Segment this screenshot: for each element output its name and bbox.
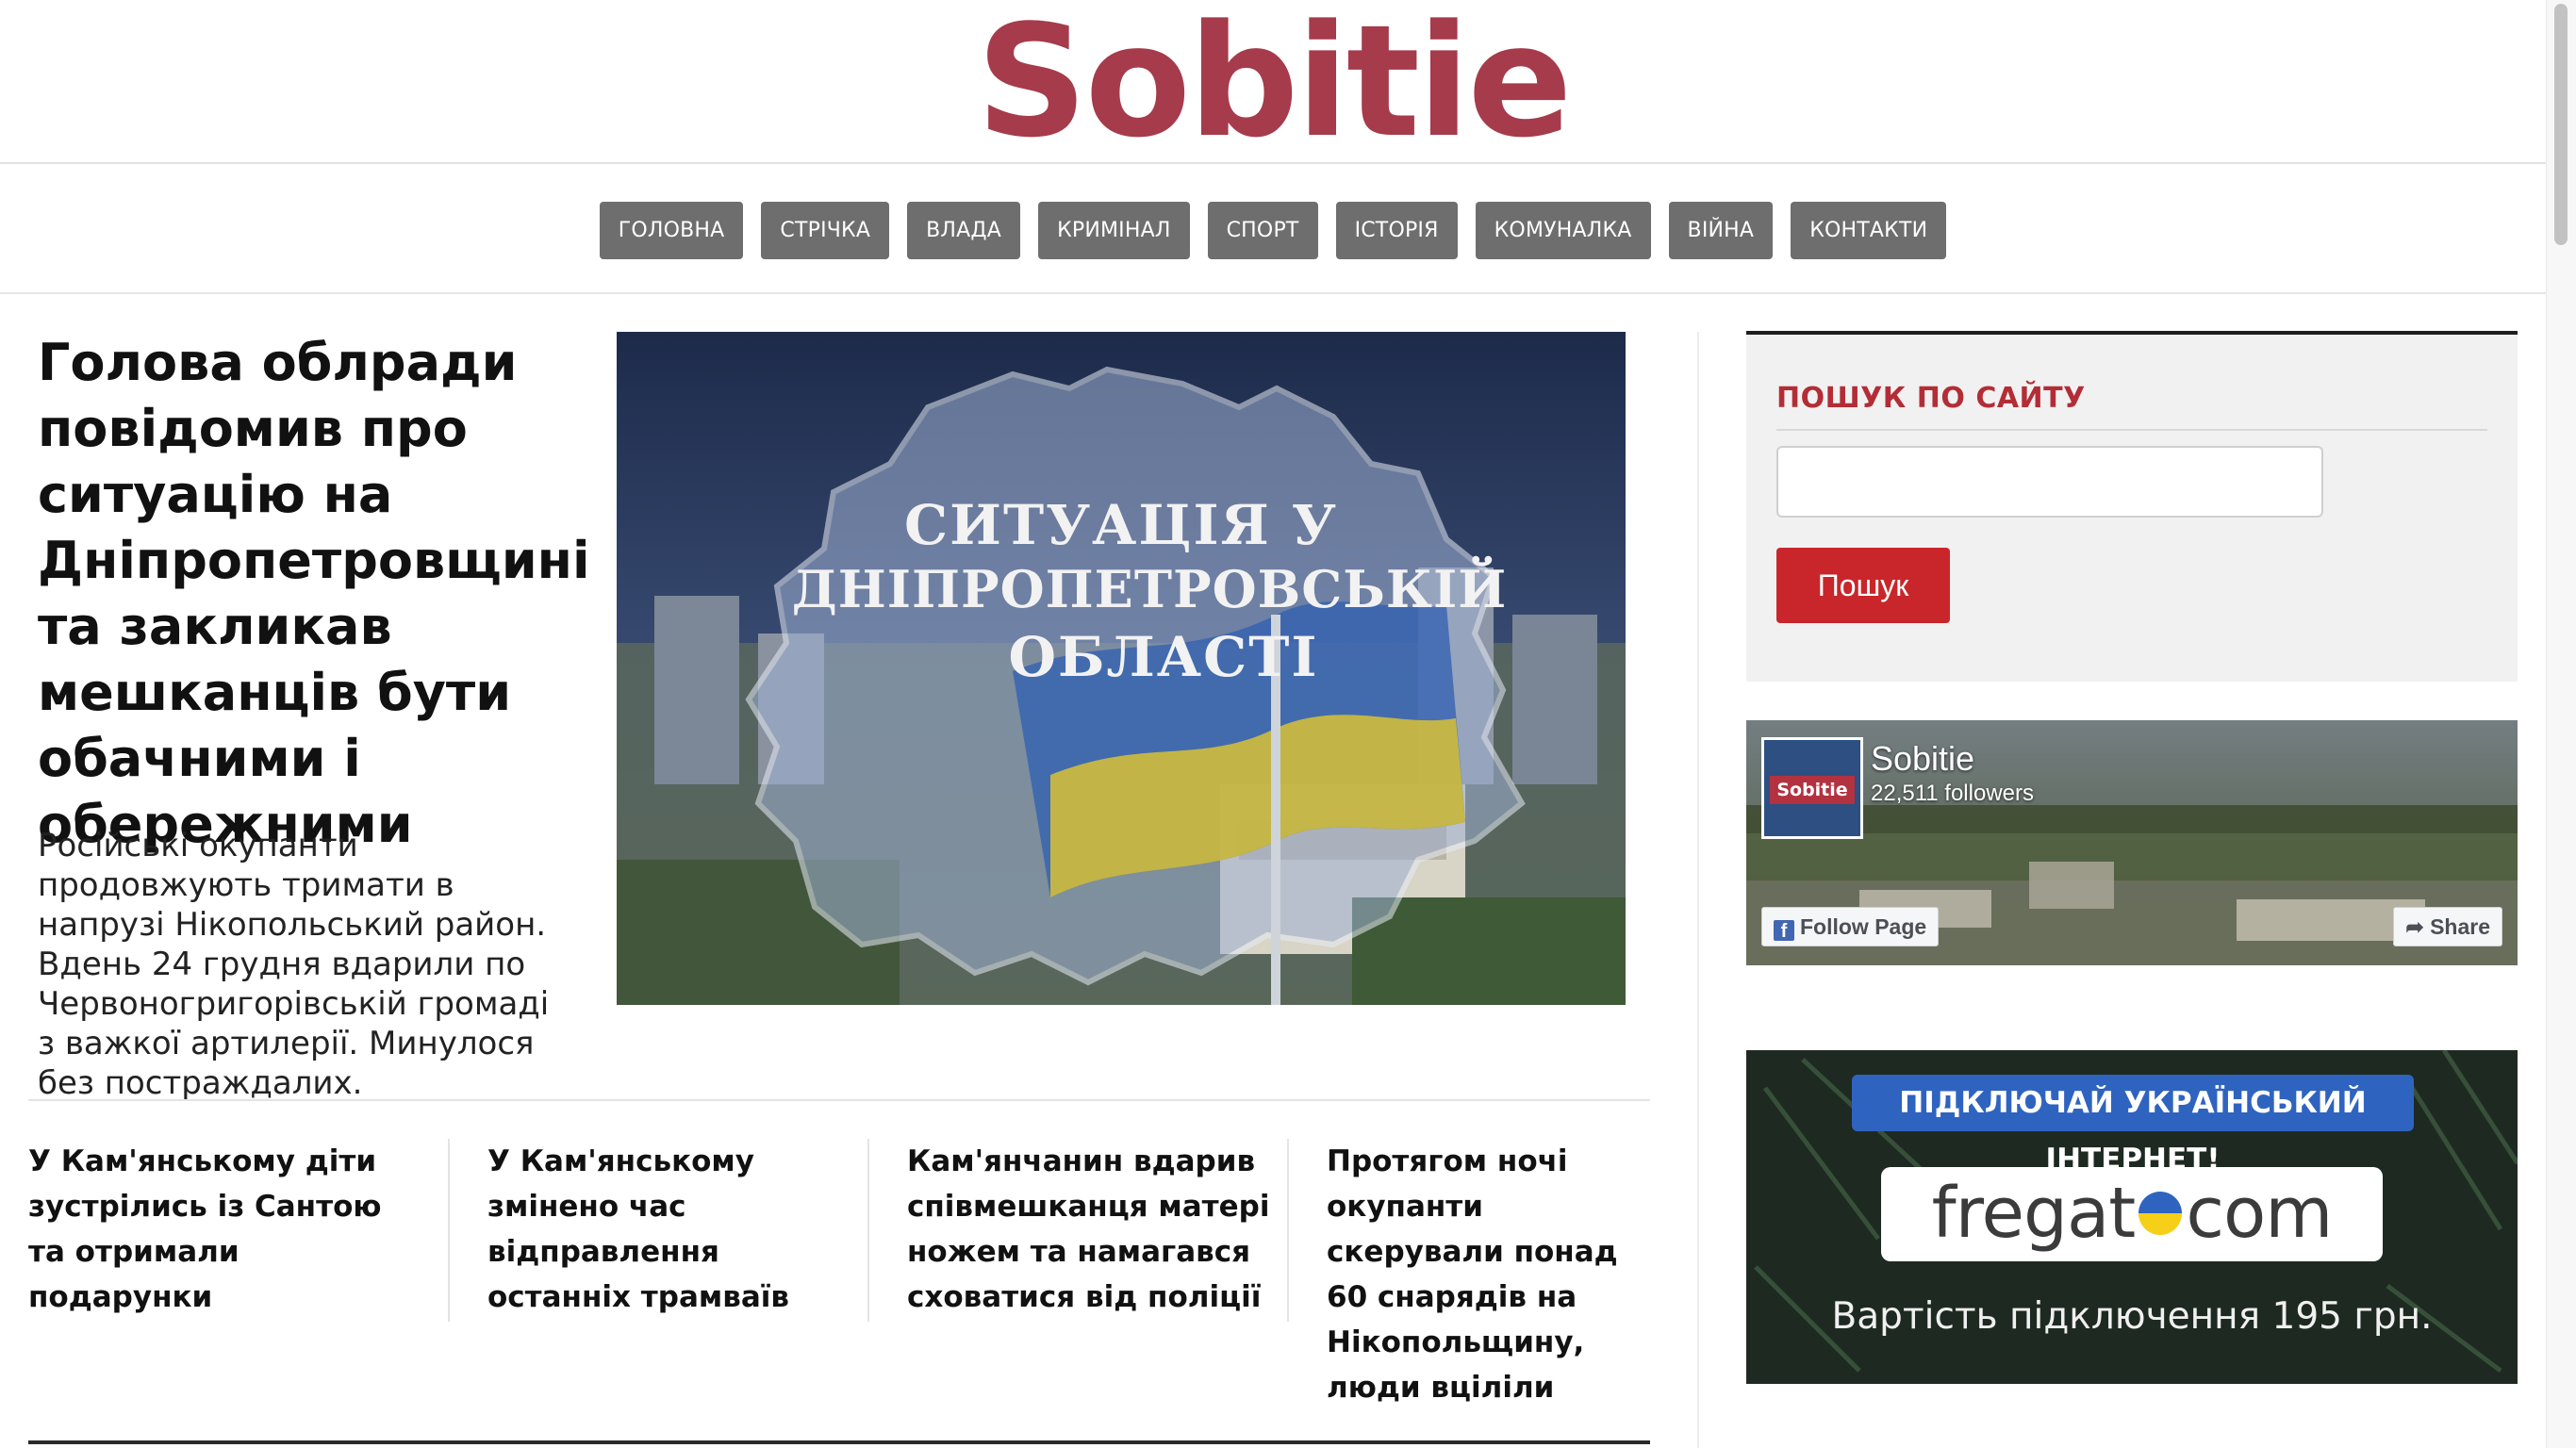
search-input[interactable] — [1776, 446, 2323, 518]
image-caption-line-2: ДНІПРОПЕТРОВСЬКІЙ — [792, 555, 1508, 619]
facebook-page-widget[interactable]: Sobitie Sobitie 22,511 followers f Follow… — [1746, 720, 2518, 965]
follow-label: Follow Page — [1800, 914, 1927, 939]
lead-article-excerpt: Російські окупанти продовжують тримати в… — [38, 827, 550, 1102]
ad-headline: ПІДКЛЮЧАЙ УКРАЇНСЬКИЙ ІНТЕРНЕТ! — [1852, 1075, 2414, 1176]
column-separator — [1287, 1139, 1289, 1322]
ad-logo-left: fregat — [1931, 1173, 2137, 1254]
image-caption-line-3: ОБЛАСТІ — [1008, 625, 1318, 689]
sidebar-separator — [1697, 332, 1699, 1448]
nav-item-kontakty[interactable]: КОНТАКТИ — [1791, 202, 1947, 259]
search-widget-title: ПОШУК ПО САЙТУ — [1776, 382, 2086, 415]
avatar-logo: Sobitie — [1770, 776, 1855, 804]
nav-item-kryminal[interactable]: КРИМІНАЛ — [1038, 202, 1190, 259]
ad-price-text: Вартість підключення 195 грн. — [1831, 1295, 2433, 1338]
nav-item-viyna[interactable]: ВІЙНА — [1668, 202, 1774, 259]
facebook-followers-count: 22,511 followers — [1871, 781, 2034, 806]
ukraine-dot-icon — [2138, 1192, 2183, 1235]
nav-item-strichka[interactable]: СТРІЧКА — [761, 202, 890, 259]
search-widget: ПОШУК ПО САЙТУ Пошук — [1746, 331, 2518, 682]
column-separator — [867, 1139, 869, 1322]
nav-item-sport[interactable]: СПОРТ — [1207, 202, 1318, 259]
story-link[interactable]: У Кам'янському змінено час відправлення … — [487, 1139, 865, 1320]
story-link[interactable]: Протягом ночі окупанти скерували понад 6… — [1327, 1139, 1638, 1410]
page-scrollbar[interactable] — [2546, 0, 2576, 1448]
nav-item-golovna[interactable]: ГОЛОВНА — [599, 202, 744, 259]
main-menu: ГОЛОВНА СТРІЧКА ВЛАДА КРИМІНАЛ СПОРТ ІСТ… — [0, 202, 2546, 259]
nav-item-istoriya[interactable]: ІСТОРІЯ — [1335, 202, 1458, 259]
nav-item-komunalka[interactable]: КОМУНАЛКА — [1475, 202, 1651, 259]
search-title-rule — [1776, 429, 2487, 431]
advertisement-banner[interactable]: ПІДКЛЮЧАЙ УКРАЇНСЬКИЙ ІНТЕРНЕТ! fregat co… — [1746, 1050, 2518, 1384]
scrollbar-thumb[interactable] — [2554, 4, 2568, 245]
facebook-page-name[interactable]: Sobitie — [1871, 739, 1974, 779]
ad-logo-right: com — [2186, 1173, 2333, 1254]
nav-item-vlada[interactable]: ВЛАДА — [907, 202, 1021, 259]
facebook-follow-button[interactable]: f Follow Page — [1761, 907, 1940, 946]
story-link[interactable]: Кам'янчанин вдарив співмешканця матері н… — [907, 1139, 1284, 1320]
site-header: Sobitie — [0, 0, 2546, 164]
column-separator — [448, 1139, 450, 1322]
search-button[interactable]: Пошук — [1776, 548, 1950, 623]
facebook-f-icon: f — [1774, 920, 1794, 942]
share-label: Share — [2430, 914, 2490, 939]
share-arrow-icon: ➦ — [2405, 914, 2431, 939]
image-caption-line-1: СИТУАЦІЯ У — [904, 493, 1338, 557]
section-divider-bold — [28, 1440, 1650, 1444]
main-navigation-bar: ГОЛОВНА СТРІЧКА ВЛАДА КРИМІНАЛ СПОРТ ІСТ… — [0, 166, 2546, 294]
lead-article-image[interactable]: СИТУАЦІЯ У ДНІПРОПЕТРОВСЬКІЙ ОБЛАСТІ — [617, 332, 1626, 1005]
story-link[interactable]: У Кам'янському діти зустрілись із Сантою… — [28, 1139, 405, 1320]
facebook-page-avatar[interactable]: Sobitie — [1761, 737, 1863, 839]
lead-article-title[interactable]: Голова облради повідомив про ситуацію на… — [38, 330, 589, 858]
lead-image-illustration: СИТУАЦІЯ У ДНІПРОПЕТРОВСЬКІЙ ОБЛАСТІ — [617, 332, 1626, 1005]
site-logo[interactable]: Sobitie — [0, 2, 2546, 162]
ad-logo: fregat com — [1881, 1167, 2383, 1261]
section-divider — [28, 1099, 1650, 1101]
facebook-share-button[interactable]: ➦ Share — [2393, 907, 2502, 946]
